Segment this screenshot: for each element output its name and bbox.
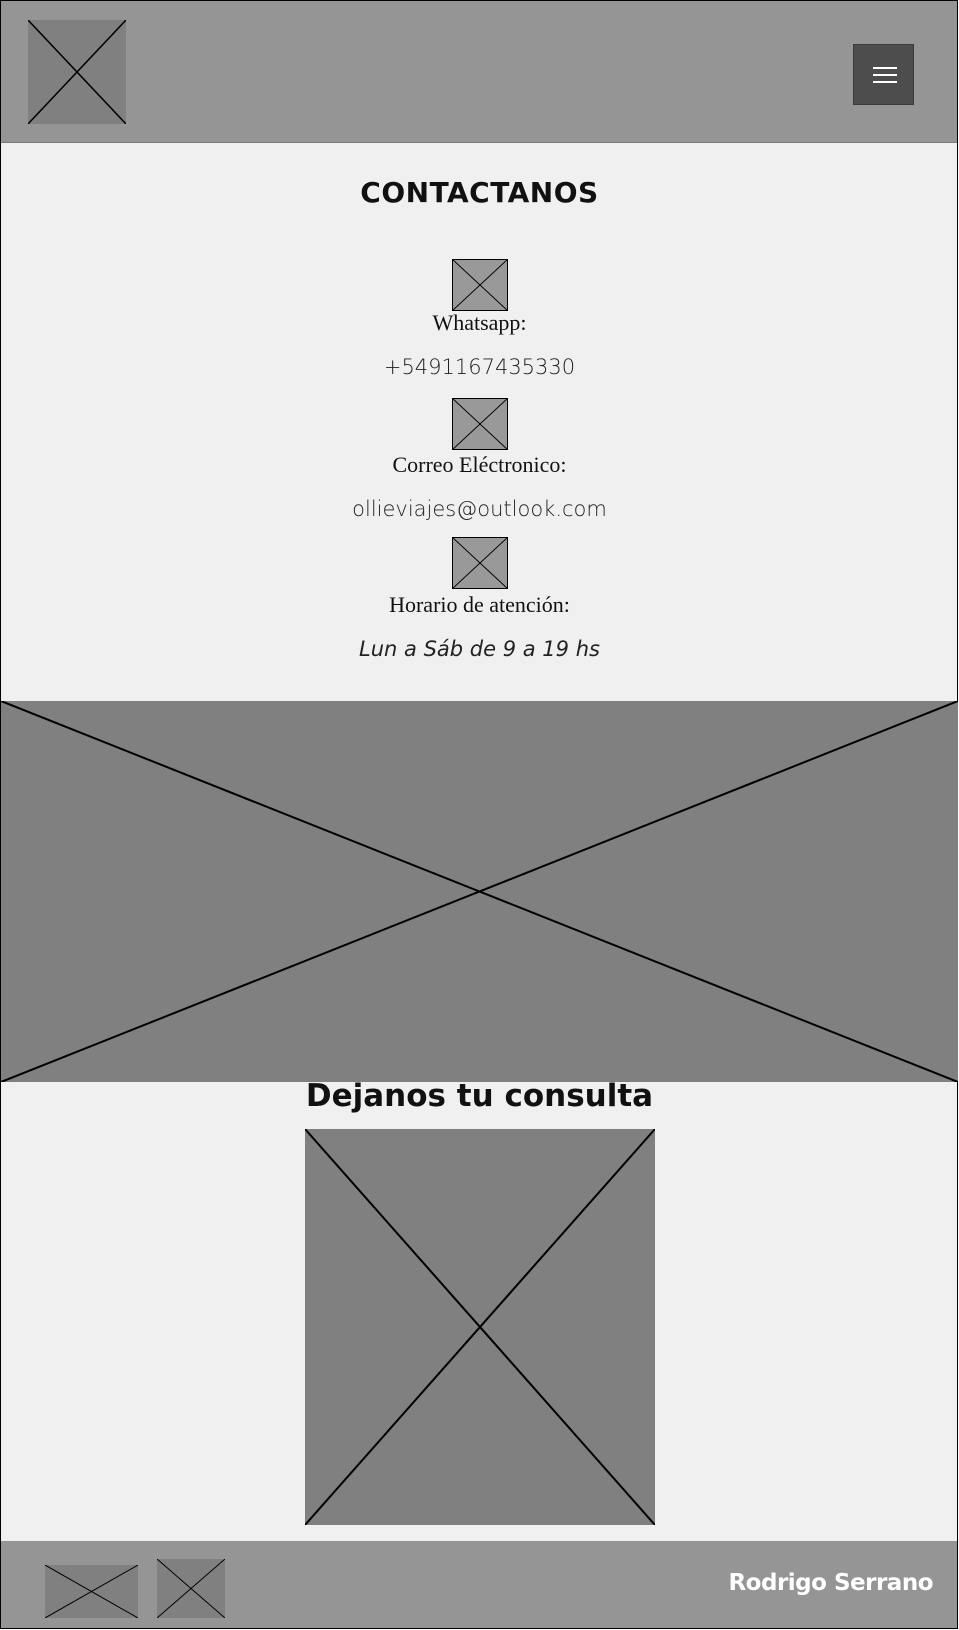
whatsapp-icon (452, 259, 508, 311)
site-header (1, 1, 957, 143)
contact-title: CONTACTANOS (360, 176, 599, 209)
contact-form-placeholder[interactable] (305, 1129, 655, 1525)
social-icon-1[interactable] (45, 1565, 138, 1618)
email-address[interactable]: ollieviajes@outlook.com (0, 497, 959, 521)
hamburger-menu-button[interactable] (853, 44, 914, 105)
hours-value: Lun a Sáb de 9 a 19 hs (359, 637, 600, 661)
hours-label: Horario de atención: (389, 592, 570, 617)
consulta-title: Dejanos tu consulta (305, 1078, 654, 1114)
menu-line (873, 81, 897, 83)
email-icon (452, 398, 508, 450)
menu-line (873, 67, 897, 69)
logo-placeholder-icon[interactable] (28, 20, 126, 124)
menu-line (873, 74, 897, 76)
banner-image-placeholder (1, 701, 958, 1082)
social-icon-2[interactable] (157, 1559, 225, 1618)
footer-author: Rodrigo Serrano (728, 1570, 933, 1596)
whatsapp-number[interactable]: +5491167435330 (0, 355, 959, 379)
email-label: Correo Eléctronico: (392, 452, 567, 477)
whatsapp-label: Whatsapp: (432, 310, 527, 335)
clock-icon (452, 537, 508, 589)
